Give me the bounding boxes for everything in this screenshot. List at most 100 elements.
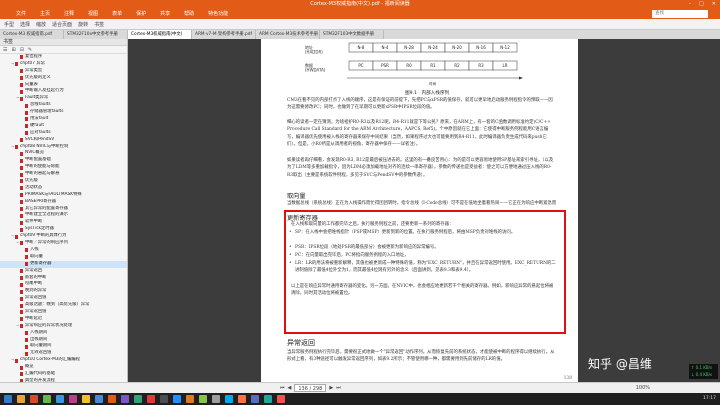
bookmark-item[interactable]: 出栈期间	[0, 337, 127, 344]
menu-item[interactable]: 主页	[40, 9, 50, 19]
bookmark-item[interactable]: 复位程序	[0, 54, 127, 61]
toolbar-button[interactable]: 书签	[94, 21, 104, 28]
taskbar-app-icon[interactable]	[69, 395, 77, 403]
bookmark-item[interactable]: 入栈	[0, 247, 127, 254]
bookmark-item[interactable]: 中断延迟	[0, 316, 127, 323]
bookmark-item[interactable]: − chpt07 异常	[0, 61, 127, 68]
bookmark-item[interactable]: 异常返回	[0, 268, 127, 275]
taskbar-app-icon[interactable]	[95, 395, 103, 403]
bookmark-item[interactable]: − chpt08 NVIC与中断控制	[0, 144, 127, 151]
toolbar-button[interactable]: 旋转	[78, 21, 88, 28]
document-viewer[interactable]: 地址(HADDR) N-8 N-4 N-28 N-24 N-20 N-16 N-12 数据(…	[129, 39, 720, 393]
bookmark-item[interactable]: 概览	[0, 364, 127, 371]
menu-item[interactable]: 表单	[112, 9, 122, 19]
bookmark-item[interactable]: PRIMASK与FAULTMASK特殊	[0, 192, 127, 199]
taskbar-app-icon[interactable]	[43, 395, 51, 403]
bookmark-tool-icon[interactable]: ⊞	[11, 47, 15, 53]
bookmark-item[interactable]: 软件中断	[0, 219, 127, 226]
bookmark-item[interactable]: 汇编代码的基础	[0, 371, 127, 378]
bookmark-item[interactable]: 中断输入及挂起行为	[0, 88, 127, 95]
bookmark-item[interactable]: 优先级的定义	[0, 75, 127, 82]
taskbar-app-icon[interactable]	[4, 395, 12, 403]
bookmark-item[interactable]: 存储器管理faults	[0, 109, 127, 116]
toolbar-button[interactable]: 手型	[4, 21, 14, 28]
bookmark-item[interactable]: 用法fault	[0, 116, 127, 123]
taskbar-app-icon[interactable]	[225, 395, 233, 403]
bookmark-item[interactable]: 其它异常的配置寄存器	[0, 206, 127, 213]
prev-page-icon[interactable]: ◀	[288, 385, 292, 391]
bookmark-item[interactable]: − 异常响应的异常状况处理	[0, 323, 127, 330]
bookmark-item[interactable]: 更新寄存器	[0, 260, 127, 268]
search-input[interactable]: 查找	[652, 10, 708, 18]
taskbar-app-icon[interactable]	[264, 395, 272, 403]
document-tab[interactable]: Cortex-M3 权威指南.pdf	[0, 30, 64, 39]
bookmark-item[interactable]: 异常返回值	[0, 309, 127, 316]
bookmark-item[interactable]: 晚到的异常	[0, 288, 127, 295]
bookmark-item[interactable]: 总线faults	[0, 102, 127, 109]
menu-item[interactable]: 视图	[88, 9, 98, 19]
bookmark-item[interactable]: 中断的悬起与解悬	[0, 171, 127, 178]
taskbar-app-icon[interactable]	[82, 395, 90, 403]
bookmark-item[interactable]: 异常类型	[0, 68, 127, 75]
menu-item[interactable]: 共享	[160, 9, 170, 19]
document-tab[interactable]: ARM v7-M 架构参考手册.pdf	[192, 30, 256, 39]
bookmark-item[interactable]: 咬尾中断	[0, 281, 127, 288]
menu-item[interactable]: 文件	[16, 9, 26, 19]
zoom-level[interactable]: 100%	[636, 384, 650, 393]
bookmark-tool-icon[interactable]: ☰	[3, 47, 7, 53]
bookmark-tool-icon[interactable]: ✎	[28, 47, 32, 53]
bookmark-item[interactable]: 优先级	[0, 178, 127, 185]
taskbar-app-icon[interactable]	[238, 395, 246, 403]
bookmark-item[interactable]: 应对faults	[0, 130, 127, 137]
taskbar-app-icon[interactable]	[121, 395, 129, 403]
bookmark-tool-icon[interactable]: ⊟	[20, 47, 24, 53]
first-page-icon[interactable]: ⏮	[280, 385, 285, 391]
bookmark-item[interactable]: 高级话题：晚到（高优先级）异常	[0, 302, 127, 309]
last-page-icon[interactable]: ⏭	[336, 385, 341, 391]
bookmark-item[interactable]: − chpt10 Cortex-M3的汇编编程	[0, 357, 127, 364]
bookmark-item[interactable]: 中断的使能与除能	[0, 164, 127, 171]
bookmark-item[interactable]: 无效返回值	[0, 350, 127, 357]
taskbar-app-icon[interactable]	[199, 395, 207, 403]
bookmark-item[interactable]: 中断配置基础	[0, 157, 127, 164]
close-button[interactable]: ✕	[712, 0, 716, 9]
page-indicator[interactable]: 136 / 298	[294, 384, 327, 392]
taskbar-app-icon[interactable]	[56, 395, 64, 403]
taskbar-app-icon[interactable]	[173, 395, 181, 403]
taskbar-app-icon[interactable]	[147, 395, 155, 403]
bookmark-item[interactable]: 嵌套的中断	[0, 275, 127, 282]
toolbar-button[interactable]: 缩放	[36, 21, 46, 28]
bookmark-item[interactable]: SVC和PendSV	[0, 137, 127, 144]
bookmark-item[interactable]: 异常返回值	[0, 295, 127, 302]
menu-item[interactable]: 保护	[136, 9, 146, 19]
bookmark-item[interactable]: NVIC概览	[0, 150, 127, 157]
bookmark-item[interactable]: 取向量	[0, 254, 127, 261]
document-tab[interactable]: Cortex-M3权威指南(中文)	[128, 30, 192, 39]
bookmark-item[interactable]: 中断建立全过程的演示	[0, 212, 127, 219]
menu-item[interactable]: 帮助	[184, 9, 194, 19]
document-tab[interactable]: STM32F10x中文参考手册	[64, 30, 128, 39]
bookmark-item[interactable]: BASEPRI寄存器	[0, 199, 127, 206]
taskbar-app-icon[interactable]	[160, 395, 168, 403]
document-tab[interactable]: STM32F103中文数据手册	[320, 30, 384, 39]
taskbar-app-icon[interactable]	[17, 395, 25, 403]
taskbar-app-icon[interactable]	[277, 395, 285, 403]
bookmark-item[interactable]: − Fault类异常	[0, 95, 127, 102]
taskbar-app-icon[interactable]	[186, 395, 194, 403]
menu-item[interactable]: 特色功能	[208, 9, 228, 19]
maximize-button[interactable]: □	[699, 0, 704, 9]
next-page-icon[interactable]: ▶	[329, 385, 333, 391]
taskbar-app-icon[interactable]	[251, 395, 259, 403]
menu-item[interactable]: 注释	[64, 9, 74, 19]
minimize-button[interactable]: –	[689, 0, 692, 9]
bookmark-item[interactable]: − 中断／异常的响应序列	[0, 240, 127, 247]
document-tab[interactable]: ARM Cortex-M3技术参考手册	[256, 30, 320, 39]
toolbar-button[interactable]: 选择	[20, 21, 30, 28]
bookmark-item[interactable]: 取向量期间	[0, 343, 127, 350]
taskbar-app-icon[interactable]	[134, 395, 142, 403]
taskbar-app-icon[interactable]	[108, 395, 116, 403]
taskbar-app-icon[interactable]	[30, 395, 38, 403]
bookmark-item[interactable]: 向量表	[0, 82, 127, 89]
bookmark-item[interactable]: 硬fault	[0, 123, 127, 130]
bookmark-item[interactable]: − chpt09 中断的具体行为	[0, 233, 127, 240]
